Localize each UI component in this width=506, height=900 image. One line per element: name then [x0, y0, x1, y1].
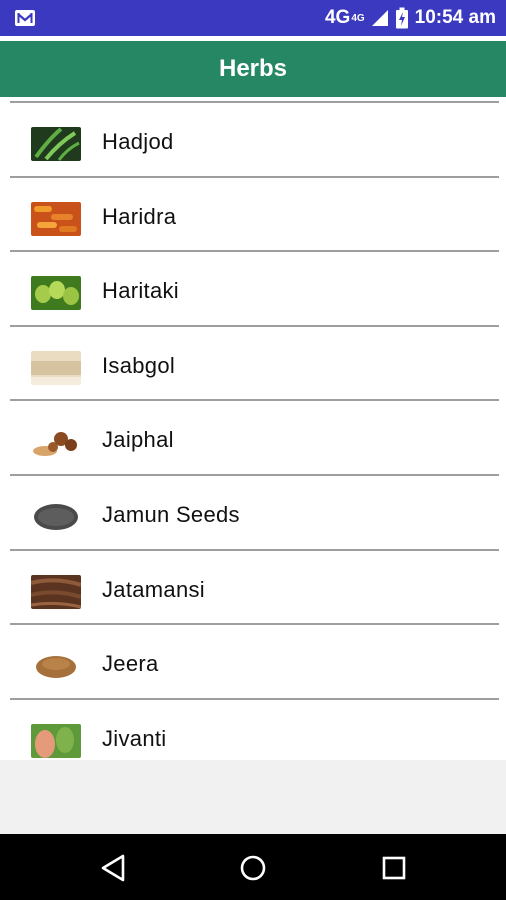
status-time: 10:54 am [414, 7, 496, 28]
list-item[interactable]: Jivanti [10, 700, 499, 760]
herb-thumbnail [31, 276, 81, 311]
battery-charging-icon [395, 7, 408, 29]
page-title: Herbs [218, 55, 288, 82]
herb-name: Haritaki [102, 278, 179, 304]
list-item[interactable]: Jatamansi [10, 551, 499, 626]
mail-icon [15, 10, 35, 26]
herb-list[interactable]: Hadjod Haridra Haritaki Isabgol Jaiphal … [10, 101, 499, 760]
list-item[interactable]: Hadjod [10, 103, 499, 178]
list-item[interactable]: Haritaki [10, 252, 499, 327]
recents-icon[interactable] [374, 848, 414, 888]
herb-thumbnail [31, 649, 81, 684]
herb-name: Jaiphal [102, 427, 174, 453]
herb-thumbnail [31, 201, 81, 236]
network-sup-label: 4G [351, 12, 365, 24]
network-indicator: 4G 4G [325, 7, 365, 29]
navigation-bar [0, 834, 506, 900]
herb-name: Hadjod [102, 129, 174, 154]
signal-icon [371, 10, 388, 26]
list-item[interactable]: Jaiphal [10, 401, 499, 476]
herb-name: Jamun Seeds [102, 502, 240, 527]
home-icon[interactable] [233, 848, 273, 888]
herb-name: Haridra [102, 203, 177, 229]
list-item[interactable]: Jamun Seeds [10, 476, 499, 551]
list-item[interactable]: Isabgol [10, 327, 499, 402]
app-bar: Herbs [0, 41, 506, 97]
herb-thumbnail [31, 574, 81, 609]
herb-name: Jatamansi [102, 576, 205, 602]
list-item[interactable]: Jeera [10, 625, 499, 700]
herb-thumbnail [31, 127, 81, 161]
herb-thumbnail [31, 350, 81, 385]
herb-name: Jeera [102, 651, 159, 677]
status-bar: 4G 4G 10:54 am [0, 0, 506, 36]
herb-thumbnail [31, 723, 81, 758]
herb-thumbnail [31, 500, 81, 534]
list-item[interactable]: Haridra [10, 178, 499, 253]
herb-name: Jivanti [102, 725, 167, 751]
herb-name: Isabgol [102, 352, 176, 378]
list-footer-area [0, 760, 506, 834]
herb-thumbnail [31, 425, 81, 460]
back-icon[interactable] [94, 848, 134, 888]
network-label: 4G [324, 7, 351, 28]
